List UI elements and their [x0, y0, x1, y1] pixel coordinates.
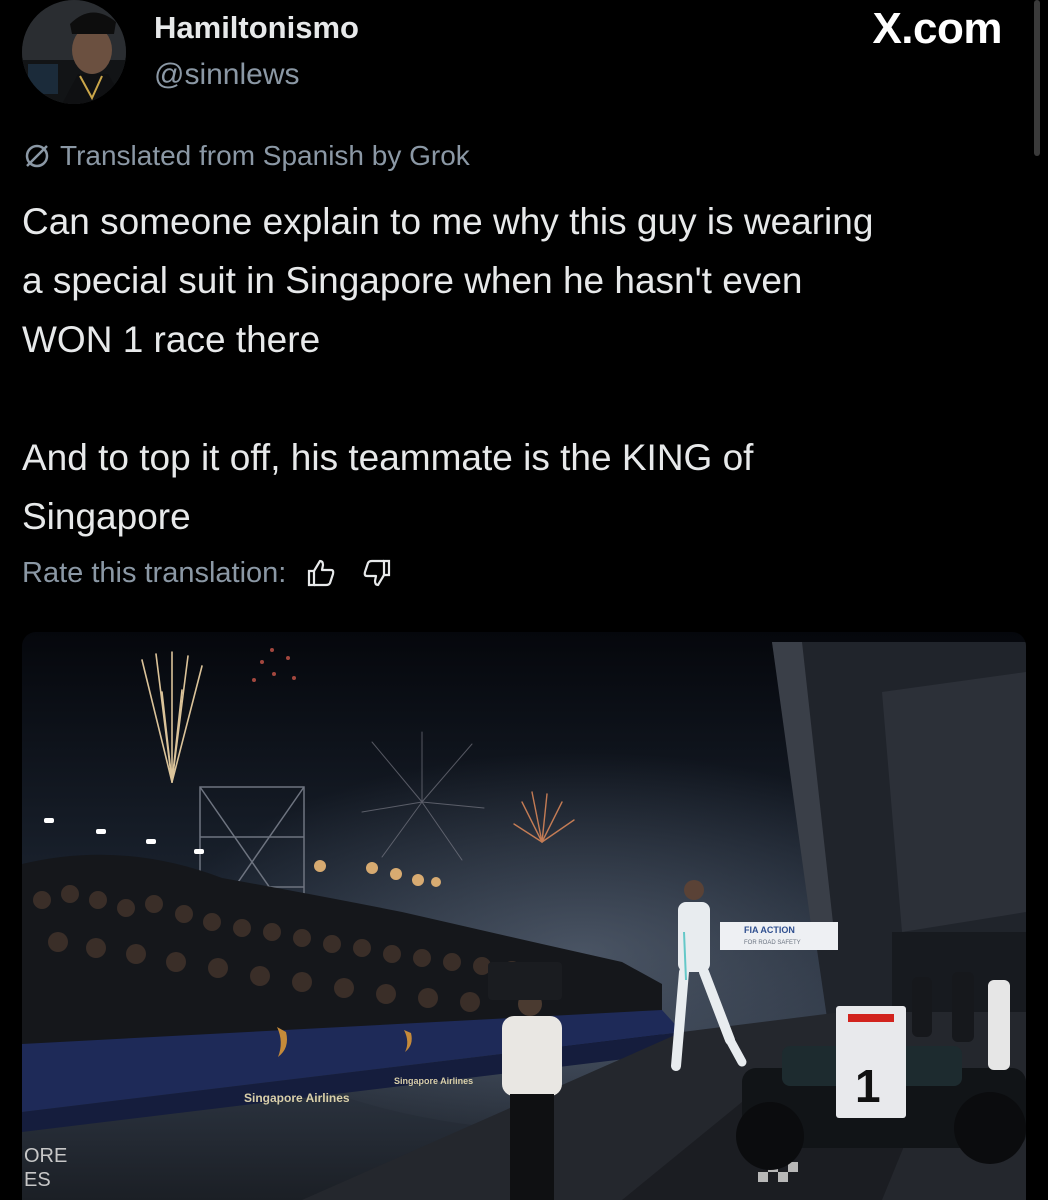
author-handle[interactable]: @sinnlews — [154, 58, 300, 92]
fia-sign: FIA ACTION FOR ROAD SAFETY — [720, 922, 838, 950]
corner-text-2: ES — [24, 1169, 51, 1191]
author-name[interactable]: Hamiltonismo — [154, 10, 359, 46]
corner-text-1: ORE — [24, 1145, 67, 1167]
svg-text:1: 1 — [855, 1060, 881, 1112]
rate-label: Rate this translation: — [22, 556, 287, 589]
thumbs-down-button[interactable] — [356, 552, 398, 594]
post-photo[interactable]: Singapore Airlines Singapore Airlines OR… — [22, 632, 1026, 1200]
thumbs-up-icon — [308, 559, 335, 587]
thumbs-up-button[interactable] — [300, 552, 342, 594]
banner-text-2: Singapore Airlines — [394, 1076, 473, 1086]
translation-label: Translated from Spanish by Grok — [60, 140, 470, 171]
fia-sign-line2: FOR ROAD SAFETY — [744, 940, 801, 946]
banner-text-1: Singapore Airlines — [244, 1091, 350, 1105]
post-text: Can someone explain to me why this guy i… — [22, 201, 874, 537]
no-sign-icon — [22, 141, 52, 171]
thumbs-down-icon — [364, 559, 391, 587]
fia-sign-line1: FIA ACTION — [744, 925, 795, 935]
post-header: Hamiltonismo @sinnlews X.com — [0, 0, 1048, 156]
translation-notice: Translated from Spanish by Grok — [22, 140, 470, 172]
brand-logo: X.com — [872, 4, 1002, 53]
scrollbar[interactable] — [1034, 0, 1040, 156]
rate-translation: Rate this translation: — [22, 552, 398, 594]
avatar[interactable] — [22, 0, 126, 104]
